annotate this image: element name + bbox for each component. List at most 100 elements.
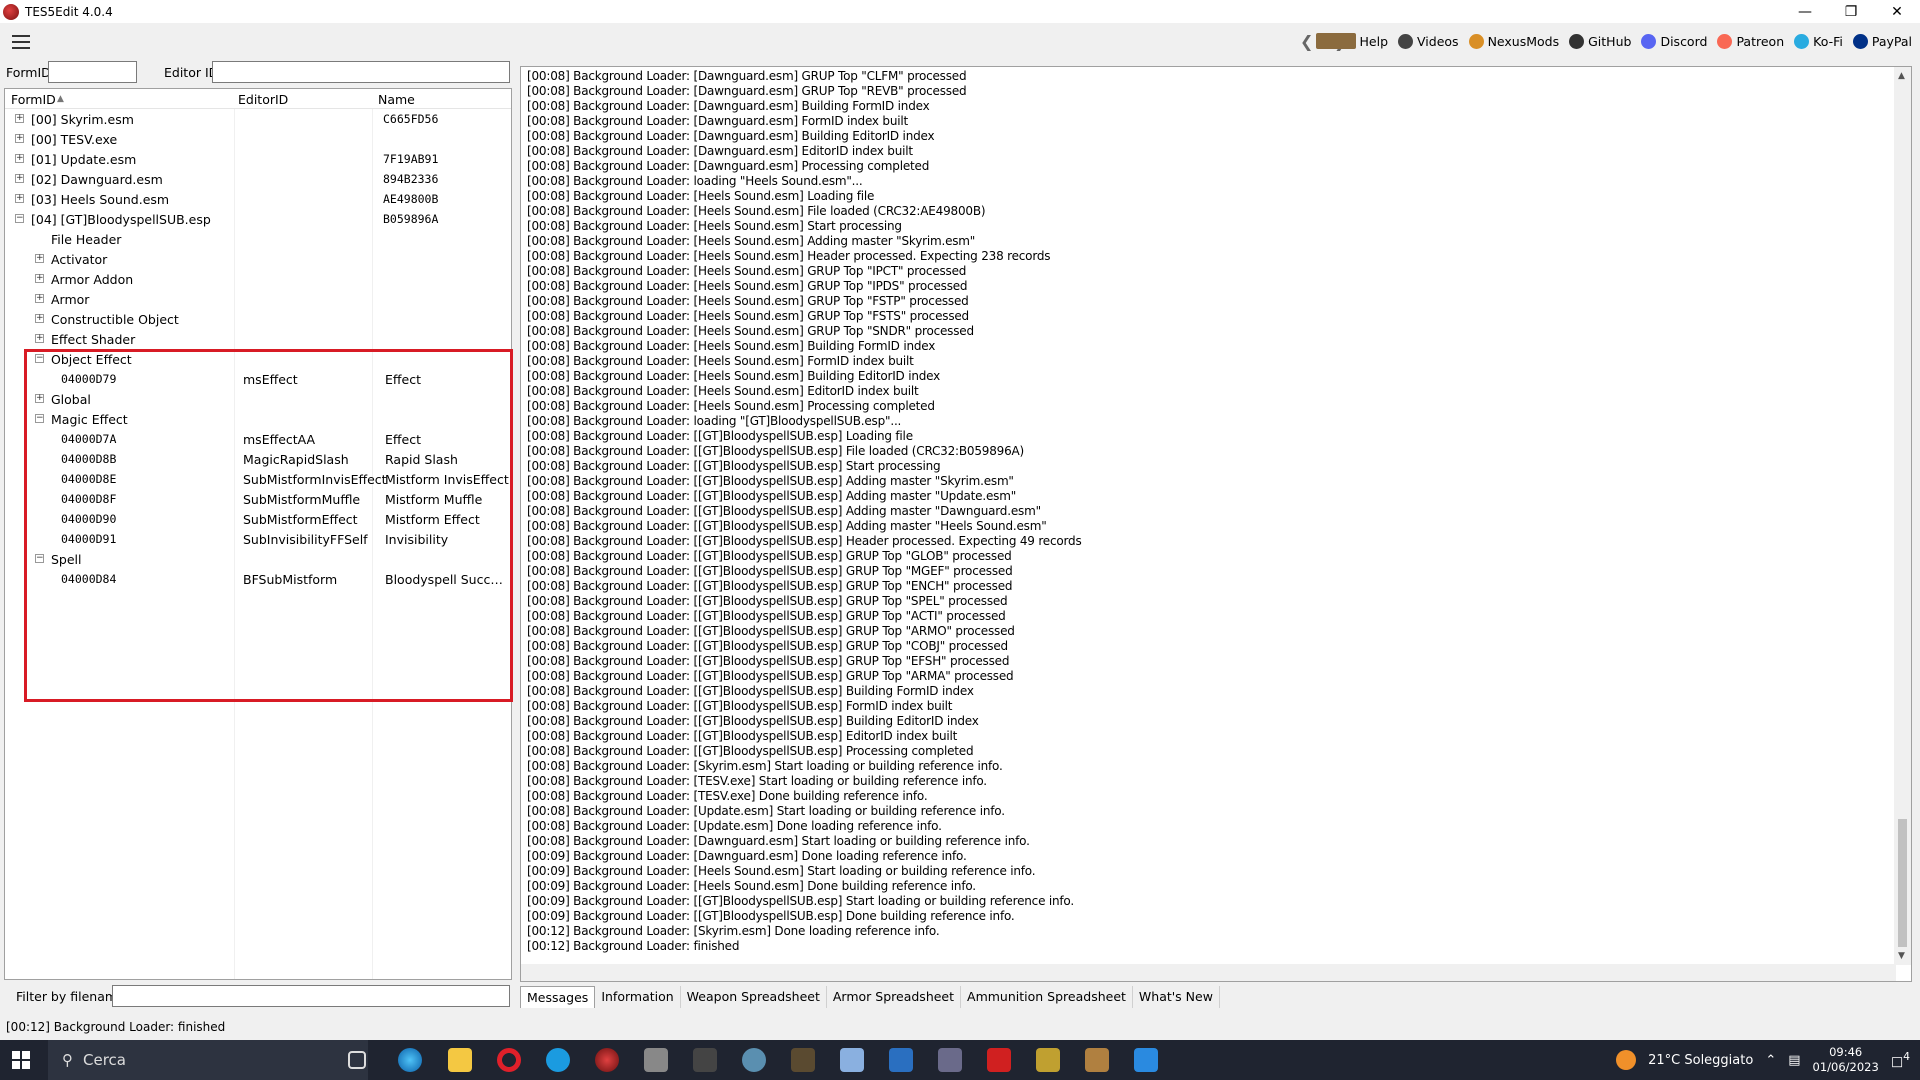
tree-row[interactable]: 04000D90 SubMistformEffect Mistform Effect <box>5 509 511 529</box>
tree-row[interactable]: − [04] [GT]BloodyspellSUB.esp B059896A <box>5 209 511 229</box>
tree-row[interactable]: − Object Effect <box>5 349 511 369</box>
formid-input[interactable] <box>48 61 137 83</box>
tree-row[interactable]: 04000D8B MagicRapidSlash Rapid Slash <box>5 449 511 469</box>
expand-icon[interactable]: + <box>35 394 44 403</box>
tree-row[interactable]: + [02] Dawnguard.esm 894B2336 <box>5 169 511 189</box>
tree-row[interactable]: + [00] TESV.exe <box>5 129 511 149</box>
toolbar-link-ko-fi[interactable]: Ko-Fi <box>1794 33 1843 49</box>
collapse-icon[interactable]: − <box>15 214 24 223</box>
toolbar-link-github[interactable]: GitHub <box>1569 33 1631 49</box>
app-icon-6[interactable] <box>644 1048 668 1072</box>
collapse-icon[interactable]: − <box>35 554 44 563</box>
record-tree[interactable]: FormID ▲ EditorID Name + [00] Skyrim.esm C… <box>4 88 512 980</box>
tree-row-label: File Header <box>51 232 122 247</box>
task-view-icon[interactable] <box>348 1051 366 1069</box>
app-icon-15[interactable] <box>1085 1048 1109 1072</box>
app-icon-9[interactable] <box>791 1048 815 1072</box>
chevron-up-icon[interactable]: ⌃ <box>1765 1053 1776 1068</box>
tab-messages[interactable]: Messages <box>520 986 596 1008</box>
skype-icon[interactable] <box>546 1048 570 1072</box>
tree-row[interactable]: + Effect Shader <box>5 329 511 349</box>
tree-row[interactable]: File Header <box>5 229 511 249</box>
tree-row[interactable]: − Magic Effect <box>5 409 511 429</box>
tab-ammunition-spreadsheet[interactable]: Ammunition Spreadsheet <box>961 986 1133 1008</box>
header-formid[interactable]: FormID <box>11 92 56 107</box>
app-icon-11[interactable] <box>889 1048 913 1072</box>
tree-row[interactable]: + Activator <box>5 249 511 269</box>
collapse-icon[interactable]: − <box>35 414 44 423</box>
app-icon-8[interactable] <box>742 1048 766 1072</box>
tree-row[interactable]: − Spell <box>5 549 511 569</box>
tab-armor-spreadsheet[interactable]: Armor Spreadsheet <box>827 986 962 1008</box>
tab-weapon-spreadsheet[interactable]: Weapon Spreadsheet <box>681 986 827 1008</box>
app-icon-14[interactable] <box>1036 1048 1060 1072</box>
tree-row[interactable]: + [03] Heels Sound.esm AE49800B <box>5 189 511 209</box>
tree-row[interactable]: 04000D7A msEffectAA Effect <box>5 429 511 449</box>
status-bar: [00:12] Background Loader: finished <box>6 1020 226 1034</box>
expand-icon[interactable]: + <box>15 194 24 203</box>
opera-icon[interactable] <box>497 1048 521 1072</box>
tab-what-s-new[interactable]: What's New <box>1133 986 1220 1008</box>
expand-icon[interactable]: + <box>35 274 44 283</box>
app-icon-16[interactable] <box>1134 1048 1158 1072</box>
toolbar-link-nexusmods[interactable]: NexusMods <box>1468 33 1559 49</box>
toolbar-link-discord[interactable]: Discord <box>1641 33 1707 49</box>
tes5edit-taskbar-icon[interactable] <box>595 1048 619 1072</box>
windows-start-icon[interactable] <box>12 1051 30 1069</box>
collapse-icon[interactable]: − <box>35 354 44 363</box>
expand-icon[interactable]: + <box>35 334 44 343</box>
log-line: [00:08] Background Loader: [[GT]Bloodysp… <box>527 744 974 758</box>
messages-log[interactable]: [00:08] Background Loader: [Dawnguard.es… <box>520 66 1912 982</box>
tree-row[interactable]: 04000D91 SubInvisibilityFFSelf Invisibilit… <box>5 529 511 549</box>
network-icon[interactable]: ▤ <box>1788 1053 1800 1068</box>
tree-cell-editorid: SubMistformMuffle <box>243 492 361 507</box>
toolbar-link-paypal[interactable]: PayPal <box>1852 33 1912 49</box>
close-button[interactable]: ✕ <box>1874 0 1920 23</box>
notification-icon[interactable]: □4 <box>1891 1050 1910 1069</box>
expand-icon[interactable]: + <box>15 114 24 123</box>
header-name[interactable]: Name <box>378 92 415 107</box>
clock[interactable]: 09:46 01/06/2023 <box>1813 1045 1879 1075</box>
app-icon-7[interactable] <box>693 1048 717 1072</box>
tree-row[interactable]: + Armor <box>5 289 511 309</box>
app-icon-13[interactable] <box>987 1048 1011 1072</box>
filter-input[interactable] <box>112 985 510 1007</box>
tab-information[interactable]: Information <box>595 986 681 1008</box>
expand-icon[interactable]: + <box>15 174 24 183</box>
tree-row[interactable]: + [01] Update.esm 7F19AB91 <box>5 149 511 169</box>
tree-row[interactable]: 04000D84 BFSubMistform Bloodyspell Succubu… <box>5 569 511 589</box>
vertical-scrollbar[interactable]: ▲ ▼ <box>1894 67 1911 965</box>
log-line: [00:08] Background Loader: [Update.esm] … <box>527 804 1005 818</box>
expand-icon[interactable]: + <box>35 314 44 323</box>
tree-row[interactable]: 04000D8E SubMistformInvisEffect Mistform I… <box>5 469 511 489</box>
expand-icon[interactable]: + <box>35 254 44 263</box>
horizontal-scrollbar[interactable] <box>521 964 1896 981</box>
toolbar-link-patreon[interactable]: Patreon <box>1717 33 1784 49</box>
toolbar-link-videos[interactable]: Videos <box>1398 33 1459 49</box>
menu-icon[interactable] <box>12 35 30 49</box>
tree-row[interactable]: + Global <box>5 389 511 409</box>
expand-icon[interactable]: + <box>35 294 44 303</box>
app-icon-10[interactable] <box>840 1048 864 1072</box>
toolbar-link-help[interactable]: Help <box>1315 33 1388 49</box>
log-line: [00:08] Background Loader: [Heels Sound.… <box>527 354 914 368</box>
header-editorid[interactable]: EditorID <box>238 92 288 107</box>
github-icon <box>1569 33 1585 49</box>
tree-row[interactable]: + Armor Addon <box>5 269 511 289</box>
edge-icon[interactable] <box>398 1048 422 1072</box>
restore-button[interactable]: ❐ <box>1828 0 1874 23</box>
expand-icon[interactable]: + <box>15 134 24 143</box>
tree-row[interactable]: + Constructible Object <box>5 309 511 329</box>
tree-row[interactable]: 04000D79 msEffect Effect <box>5 369 511 389</box>
log-line: [00:08] Background Loader: [Dawnguard.es… <box>527 69 967 83</box>
weather-text[interactable]: 21°C Soleggiato <box>1648 1053 1753 1068</box>
expand-icon[interactable]: + <box>15 154 24 163</box>
back-arrow-icon[interactable]: ❮ <box>1300 32 1313 51</box>
file-explorer-icon[interactable] <box>448 1048 472 1072</box>
editorid-input[interactable] <box>212 61 510 83</box>
app-icon-12[interactable] <box>938 1048 962 1072</box>
tree-row[interactable]: + [00] Skyrim.esm C665FD56 <box>5 109 511 129</box>
tree-row[interactable]: 04000D8F SubMistformMuffle Mistform Muffle <box>5 489 511 509</box>
taskbar-search[interactable]: ⚲ Cerca <box>48 1040 368 1080</box>
minimize-button[interactable]: — <box>1782 0 1828 23</box>
